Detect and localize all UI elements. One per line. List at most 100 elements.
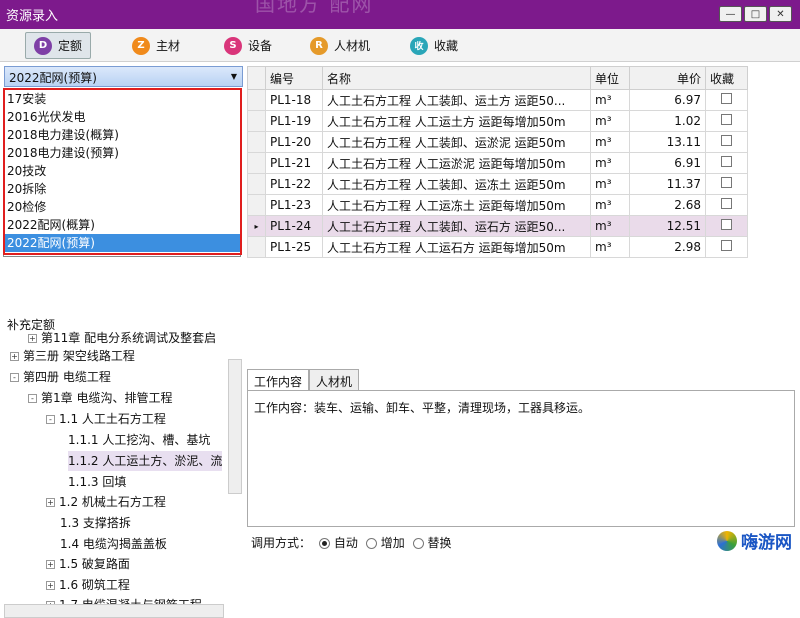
watermark-logo: 嗨游网 [717, 528, 792, 553]
tab-equipment-button[interactable]: S 设备 [216, 32, 280, 59]
column-header-favorite[interactable]: 收藏 [705, 66, 748, 90]
cell-code: PL1-18 [265, 89, 323, 111]
column-header-price[interactable]: 单价 [629, 66, 706, 90]
tree-node[interactable]: + 1.6 砌筑工程 [46, 575, 130, 595]
tab-labor-material-machine-button[interactable]: R 人材机 [302, 32, 378, 59]
tree-node[interactable]: - 第1章 电缆沟、排管工程 [28, 388, 172, 408]
dropdown-option[interactable]: 2016光伏发电 [4, 108, 240, 126]
favorite-checkbox[interactable] [721, 219, 732, 230]
column-header-name[interactable]: 名称 [322, 66, 591, 90]
cell-unit: m³ [590, 152, 630, 174]
tree-horizontal-scrollbar[interactable] [4, 604, 224, 618]
table-header-row: 编号 名称 单位 单价 收藏 [247, 66, 748, 90]
column-header-code[interactable]: 编号 [265, 66, 323, 90]
cell-price: 12.51 [629, 215, 706, 237]
minimize-button[interactable]: — [719, 6, 742, 22]
dropdown-option[interactable]: 20技改 [4, 162, 240, 180]
table-row-selected[interactable]: ▸ PL1-24 人工土石方工程 人工装卸、运石方 运距50... m³ 12.… [247, 215, 748, 237]
dropdown-option[interactable]: 20拆除 [4, 180, 240, 198]
tree-node-label: 1.6 砌筑工程 [59, 578, 130, 592]
favorite-checkbox[interactable] [721, 135, 732, 146]
tree-node[interactable]: 1.1.3 回填 [68, 472, 126, 492]
close-button[interactable]: ✕ [769, 6, 792, 22]
radio-auto[interactable]: 自动 [319, 534, 358, 551]
radio-auto-icon[interactable] [319, 538, 331, 549]
radio-add[interactable]: 增加 [365, 534, 405, 551]
tree-node-label: 第四册 电缆工程 [23, 370, 111, 384]
tree-node[interactable]: + 第三册 架空线路工程 [10, 346, 135, 366]
right-panel: 编号 名称 单位 单价 收藏 PL1-18 人工土石方工程 人工装卸、运土方 运… [247, 63, 800, 564]
table-row[interactable]: PL1-21 人工土石方工程 人工运淤泥 运距每增加50m m³ 6.91 [247, 152, 748, 174]
collapse-icon[interactable]: - [10, 372, 19, 382]
main-material-icon: Z [132, 36, 150, 55]
radio-add-icon[interactable] [365, 538, 377, 549]
cell-code: PL1-21 [265, 152, 323, 174]
dropdown-option[interactable]: 2018电力建设(预算) [4, 144, 240, 162]
tree-vertical-scrollbar[interactable] [228, 359, 242, 494]
maximize-button[interactable]: □ [744, 6, 767, 22]
dropdown-option[interactable]: 20检修 [4, 198, 240, 216]
cell-price: 1.02 [629, 110, 706, 132]
expand-icon[interactable]: + [46, 559, 55, 569]
cell-price: 13.11 [629, 131, 706, 153]
dropdown-option-selected[interactable]: 2022配网(预算) [4, 234, 240, 252]
row-indicator [247, 194, 266, 216]
favorite-checkbox[interactable] [721, 198, 732, 209]
table-row[interactable]: PL1-19 人工土石方工程 人工运土方 运距每增加50m m³ 1.02 [247, 110, 748, 132]
table-row[interactable]: PL1-22 人工土石方工程 人工装卸、运冻土 运距50m m³ 11.37 [247, 173, 748, 195]
table-row[interactable]: PL1-20 人工土石方工程 人工装卸、运淤泥 运距50m m³ 13.11 [247, 131, 748, 153]
cell-name: 人工土石方工程 人工运土方 运距每增加50m [322, 110, 591, 132]
column-header-unit[interactable]: 单位 [590, 66, 630, 90]
quota-library-select[interactable]: 2022配网(预算) ▼ [4, 66, 243, 87]
tree-node[interactable]: 1.1.1 人工挖沟、槽、基坑 [68, 430, 210, 450]
cell-name: 人工土石方工程 人工装卸、运冻土 运距50m [322, 173, 591, 195]
favorite-checkbox[interactable] [721, 156, 732, 167]
tab-quota-button[interactable]: D 定额 [25, 32, 91, 59]
row-indicator [247, 173, 266, 195]
window-title: 资源录入 [6, 9, 59, 24]
cell-code: PL1-24 [265, 215, 323, 237]
supplement-quota-item[interactable]: 补充定额 [7, 316, 55, 333]
radio-replace-icon[interactable] [412, 538, 424, 549]
favorite-checkbox[interactable] [721, 93, 732, 104]
tree-node-label: 1.1.2 人工运土方、淤泥、流 [68, 454, 223, 468]
radio-replace-label: 替换 [427, 536, 452, 550]
chevron-down-icon[interactable]: ▼ [231, 72, 237, 81]
tree-node[interactable]: + 1.7 电缆混凝土与钢筋工程 [46, 595, 202, 604]
tab-main-material-button[interactable]: Z 主材 [124, 32, 188, 59]
cell-price: 11.37 [629, 173, 706, 195]
tab-labor-material-machine[interactable]: 人材机 [309, 369, 360, 391]
radio-replace[interactable]: 替换 [412, 534, 452, 551]
expand-icon[interactable]: + [46, 580, 55, 590]
quota-library-value: 2022配网(预算) [9, 71, 97, 85]
tree-node-label: 1.3 支撑搭拆 [60, 516, 131, 530]
dropdown-option[interactable]: 2018电力建设(概算) [4, 126, 240, 144]
table-row[interactable]: PL1-25 人工土石方工程 人工运石方 运距每增加50m m³ 2.98 [247, 236, 748, 258]
tab-main-material-label: 主材 [156, 39, 181, 53]
tree-node[interactable]: + 1.5 破复路面 [46, 554, 130, 574]
row-indicator-header [247, 66, 266, 90]
tree-node-selected[interactable]: 1.1.2 人工运土方、淤泥、流 [68, 451, 223, 471]
collapse-icon[interactable]: - [28, 393, 37, 403]
cell-code: PL1-23 [265, 194, 323, 216]
favorite-checkbox[interactable] [721, 177, 732, 188]
table-row[interactable]: PL1-23 人工土石方工程 人工运冻土 运距每增加50m m³ 2.68 [247, 194, 748, 216]
tree-node-label: 第1章 电缆沟、排管工程 [41, 391, 173, 405]
collapse-icon[interactable]: - [46, 414, 55, 424]
favorite-checkbox[interactable] [721, 114, 732, 125]
tab-work-content[interactable]: 工作内容 [247, 369, 310, 391]
tree-node[interactable]: + 1.2 机械土石方工程 [46, 492, 166, 512]
tab-labor-material-machine-label: 人材机 [334, 39, 371, 53]
tree-node[interactable]: 1.4 电缆沟揭盖盖板 [60, 534, 167, 554]
tree-node[interactable]: - 1.1 人工土石方工程 [46, 409, 166, 429]
tree-node[interactable]: 1.3 支撑搭拆 [60, 513, 131, 533]
dropdown-option[interactable]: 2022配网(概算) [4, 216, 240, 234]
expand-icon[interactable]: + [10, 351, 19, 361]
table-row[interactable]: PL1-18 人工土石方工程 人工装卸、运土方 运距50... m³ 6.97 [247, 89, 748, 111]
tab-favorites-button[interactable]: 收 收藏 [402, 32, 466, 59]
dropdown-option[interactable]: 17安装 [4, 90, 240, 108]
tree-node[interactable]: - 第四册 电缆工程 [10, 367, 111, 387]
expand-icon[interactable]: + [46, 497, 55, 507]
favorite-checkbox[interactable] [721, 240, 732, 251]
expand-icon[interactable]: + [28, 333, 37, 343]
